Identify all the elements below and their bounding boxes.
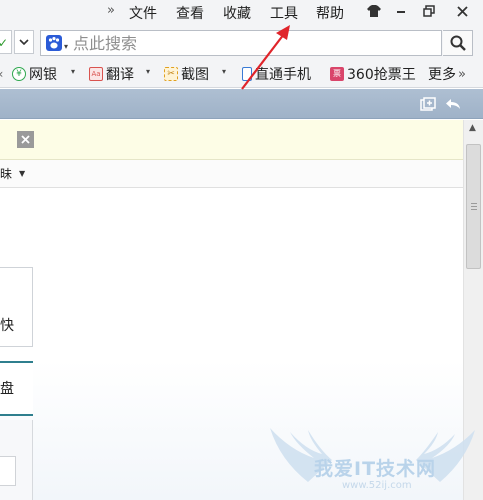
annotation-arrow: [241, 25, 290, 90]
